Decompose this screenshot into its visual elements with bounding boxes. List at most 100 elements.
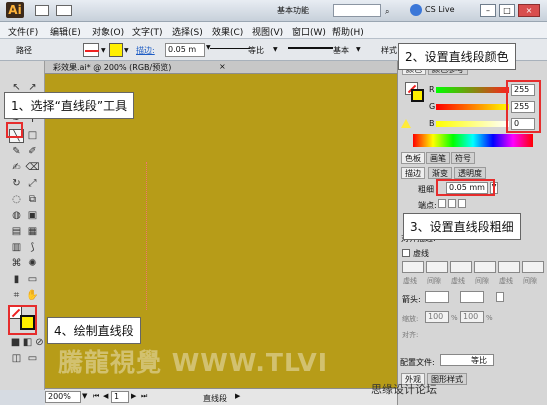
- menu-select[interactable]: 选择(S): [172, 25, 203, 38]
- arrow-label: 箭头:: [402, 295, 421, 304]
- minimize-button[interactable]: –: [480, 4, 496, 17]
- cs-live-icon[interactable]: [410, 4, 422, 16]
- fill-dropdown-icon[interactable]: ▼: [101, 47, 106, 54]
- stroke-weight-field[interactable]: 0.05 m: [165, 43, 205, 57]
- profile-label[interactable]: 等比: [248, 45, 264, 56]
- menu-type[interactable]: 文字(T): [132, 25, 163, 38]
- perspective-grid-tool-icon[interactable]: ▤: [9, 225, 24, 239]
- gap-3-field[interactable]: [522, 261, 544, 273]
- maximize-button[interactable]: □: [499, 4, 515, 17]
- artboard-tool-icon[interactable]: ▭: [25, 273, 40, 287]
- menu-window[interactable]: 窗口(W): [292, 25, 326, 38]
- rectangle-tool-icon[interactable]: □: [25, 129, 40, 143]
- brushes-tab[interactable]: 画笔: [426, 152, 450, 164]
- panel-stroke-swatch[interactable]: [411, 89, 424, 102]
- free-transform-tool-icon[interactable]: ⧉: [25, 193, 40, 207]
- transparency-tab[interactable]: 透明度: [454, 167, 486, 179]
- first-page-icon[interactable]: ⏮: [93, 392, 99, 401]
- weight-label: 粗细: [418, 185, 434, 194]
- menu-view[interactable]: 视图(V): [252, 25, 283, 38]
- rotate-tool-icon[interactable]: ↻: [9, 177, 24, 191]
- swatches-tab[interactable]: 色板: [401, 152, 425, 164]
- dash-checkbox[interactable]: [402, 249, 410, 257]
- document-tab-title[interactable]: 彩效果.ai* @ 200% (RGB/预览): [53, 62, 171, 73]
- round-cap-icon[interactable]: [448, 199, 456, 208]
- eyedropper-tool-icon[interactable]: ⟆: [25, 241, 40, 255]
- dash-1-field[interactable]: [402, 261, 424, 273]
- end-arrow-select[interactable]: [460, 291, 484, 303]
- menu-effect[interactable]: 效果(C): [212, 25, 243, 38]
- style-label[interactable]: 样式: [381, 45, 397, 56]
- symbols-tab[interactable]: 符号: [451, 152, 475, 164]
- zoom-field[interactable]: 200%: [45, 391, 81, 403]
- fill-swatch[interactable]: [83, 43, 99, 57]
- profile-dropdown-icon[interactable]: ▼: [273, 46, 278, 53]
- close-button[interactable]: ×: [518, 4, 540, 17]
- dash-3-field[interactable]: [498, 261, 520, 273]
- last-page-icon[interactable]: ⏭: [141, 392, 147, 401]
- gap-1-field[interactable]: [426, 261, 448, 273]
- menu-help[interactable]: 帮助(H): [332, 25, 364, 38]
- shape-builder-tool-icon[interactable]: ◍: [9, 209, 24, 223]
- dash-2-field[interactable]: [450, 261, 472, 273]
- next-page-icon[interactable]: ▶: [131, 392, 136, 400]
- blob-brush-tool-icon[interactable]: ✍: [9, 161, 24, 175]
- menu-edit[interactable]: 编辑(E): [50, 25, 81, 38]
- screen-mode-icon[interactable]: ▭: [25, 352, 40, 366]
- gap-2-field[interactable]: [474, 261, 496, 273]
- callout-step-2: 2、设置直线段颜色: [398, 43, 516, 70]
- search-field[interactable]: [333, 4, 381, 17]
- r-slider[interactable]: [436, 87, 509, 93]
- gradient-tool-icon[interactable]: ▥: [9, 241, 24, 255]
- draw-normal-icon[interactable]: ◫: [9, 352, 24, 366]
- rgb-highlight: [506, 80, 541, 133]
- scale-2-input[interactable]: 100: [460, 311, 484, 323]
- projecting-cap-icon[interactable]: [458, 199, 466, 208]
- bridge-icon[interactable]: [35, 5, 49, 16]
- zoom-dropdown-icon[interactable]: ▼: [82, 392, 87, 400]
- brush-line: [288, 47, 333, 49]
- menu-bar: 文件(F) 编辑(E) 对象(O) 文字(T) 选择(S) 效果(C) 视图(V…: [0, 22, 547, 39]
- warp-tool-icon[interactable]: ◌: [9, 193, 24, 207]
- cs-live-label[interactable]: CS Live: [425, 5, 455, 14]
- out-of-gamut-icon[interactable]: [401, 119, 411, 128]
- g-slider[interactable]: [436, 104, 509, 110]
- scale-label: 缩放:: [402, 315, 419, 323]
- document-tab-close-icon[interactable]: ×: [219, 62, 226, 71]
- paintbrush-tool-icon[interactable]: ✎: [9, 145, 24, 159]
- prev-page-icon[interactable]: ◀: [103, 392, 108, 400]
- gradient-tab[interactable]: 渐变: [428, 167, 452, 179]
- menu-object[interactable]: 对象(O): [92, 25, 124, 38]
- live-paint-tool-icon[interactable]: ▣: [25, 209, 40, 223]
- page-field[interactable]: 1: [111, 391, 129, 403]
- slice-tool-icon[interactable]: ⌗: [9, 289, 24, 303]
- mesh-tool-icon[interactable]: ▦: [25, 225, 40, 239]
- symbol-sprayer-tool-icon[interactable]: ✺: [25, 257, 40, 271]
- blend-tool-icon[interactable]: ⌘: [9, 257, 24, 271]
- brush-dropdown-icon[interactable]: ▼: [356, 46, 361, 53]
- profile-select[interactable]: 等比: [440, 354, 494, 366]
- pencil-tool-icon[interactable]: ✐: [25, 145, 40, 159]
- search-icon[interactable]: ⌕: [385, 7, 389, 17]
- scale-tool-icon[interactable]: ⤢: [25, 177, 40, 191]
- hand-tool-icon[interactable]: ✋: [25, 289, 40, 303]
- stroke-link[interactable]: 描边:: [136, 45, 155, 56]
- b-slider[interactable]: [436, 121, 509, 127]
- butt-cap-icon[interactable]: [438, 199, 446, 208]
- start-arrow-select[interactable]: [425, 291, 449, 303]
- gap-3-label: 间隙: [523, 277, 537, 285]
- arrange-documents-icon[interactable]: [56, 5, 72, 16]
- dash-3-label: 虚线: [499, 277, 513, 285]
- spectrum-bar[interactable]: [413, 134, 533, 147]
- menu-file[interactable]: 文件(F): [8, 25, 38, 38]
- stroke-dropdown-icon[interactable]: ▼: [124, 47, 129, 54]
- swap-arrow-icon[interactable]: [496, 292, 504, 302]
- column-graph-tool-icon[interactable]: ▮: [9, 273, 24, 287]
- workspace-switcher[interactable]: 基本功能: [277, 5, 309, 16]
- stroke-tab[interactable]: 描边: [401, 167, 425, 179]
- eraser-tool-icon[interactable]: ⌫: [25, 161, 40, 175]
- stroke-swatch[interactable]: [109, 43, 123, 57]
- scale-1-input[interactable]: 100: [425, 311, 449, 323]
- brush-label[interactable]: 基本: [333, 45, 349, 56]
- status-menu-icon[interactable]: ▶: [235, 392, 240, 400]
